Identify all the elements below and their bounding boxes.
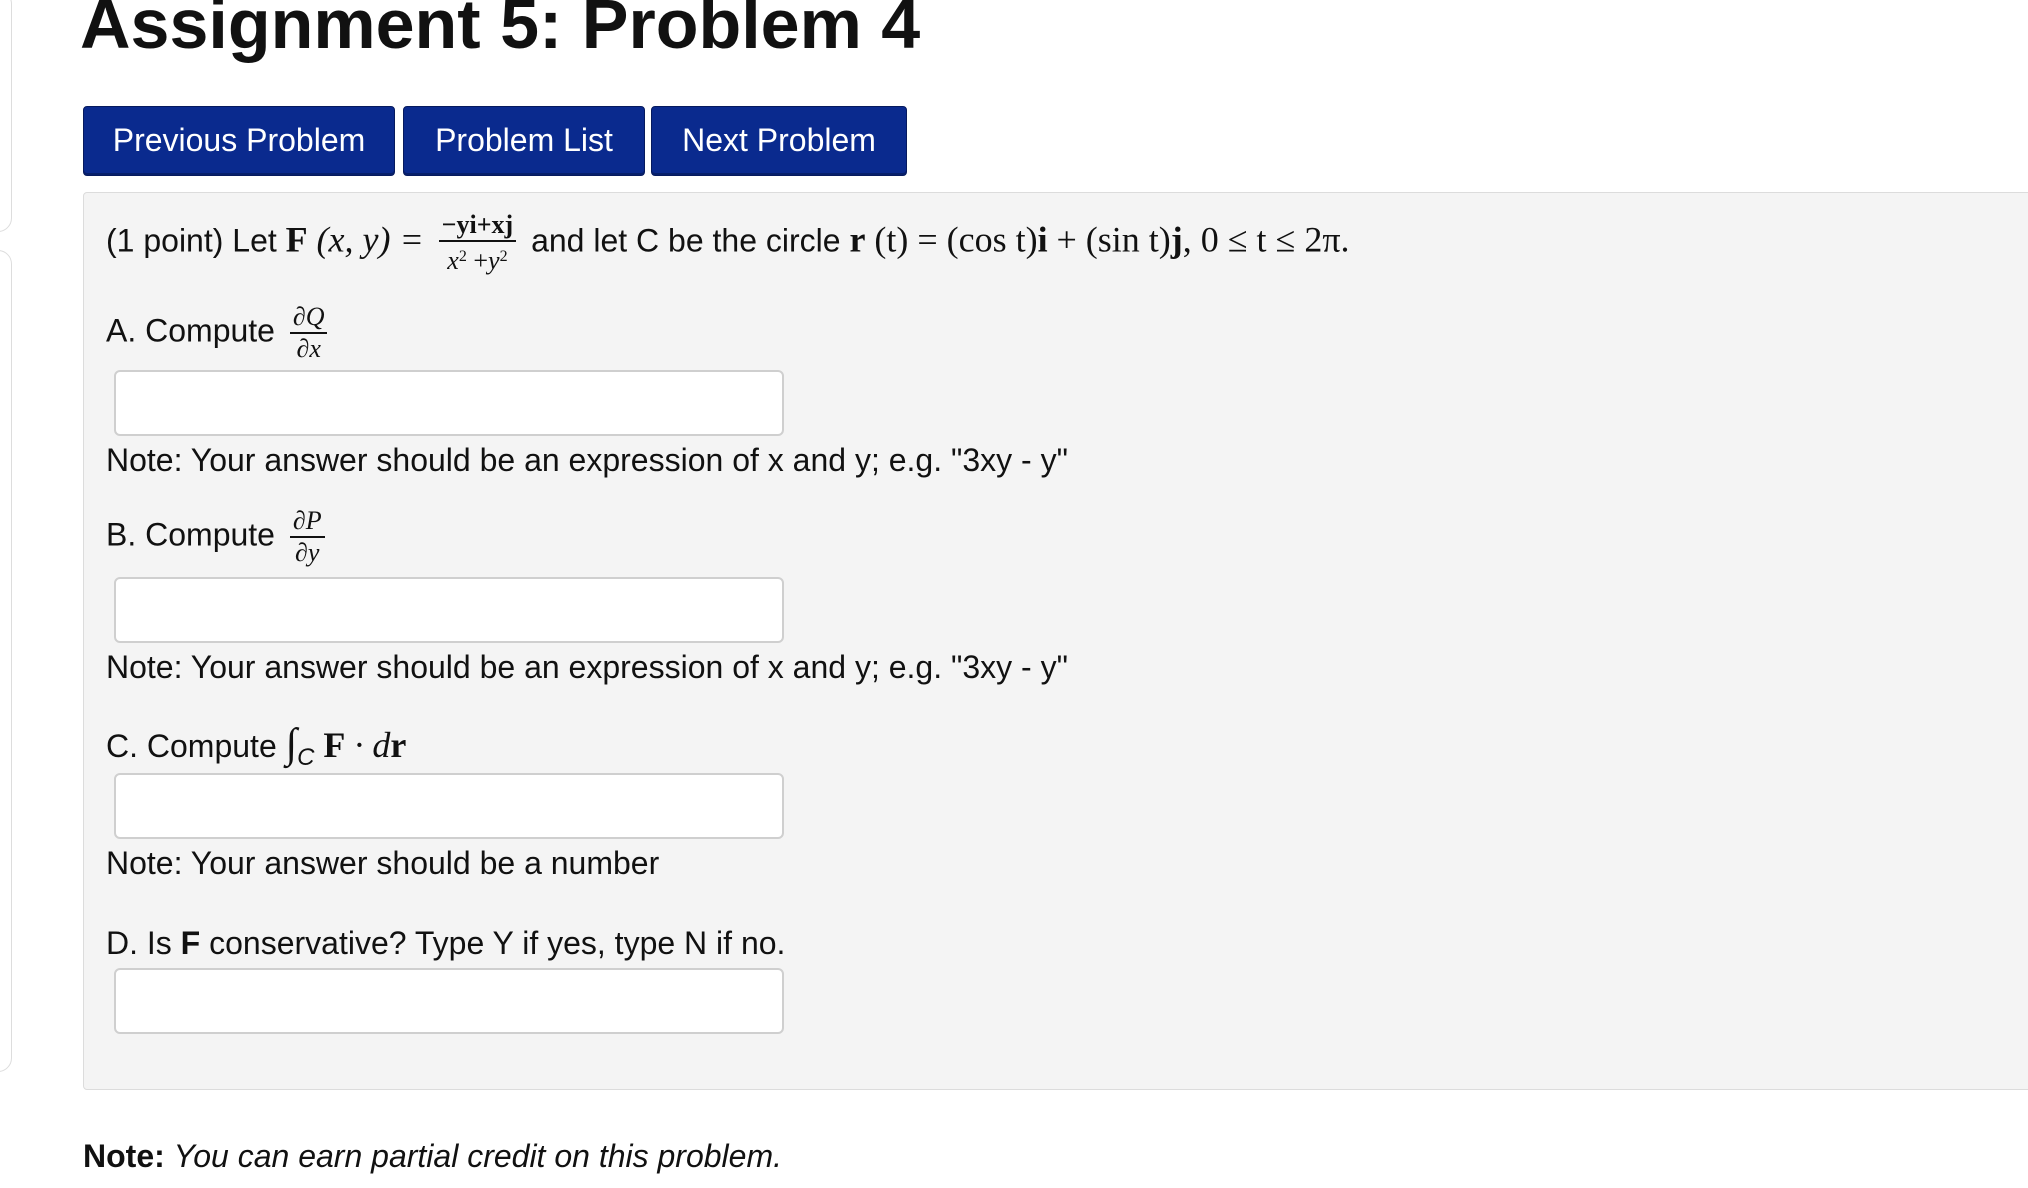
part-d-answer-input[interactable] (114, 968, 784, 1034)
sin-expression: + (sin t) (1056, 219, 1171, 260)
part-a-answer-input[interactable] (114, 370, 784, 436)
t-range: , 0 ≤ t ≤ 2π. (1182, 219, 1350, 260)
part-a-denominator: ∂x (296, 334, 321, 363)
note-label: Note: (83, 1138, 165, 1174)
note-text: You can earn partial credit on this prob… (173, 1138, 782, 1174)
part-b-label: B. Compute (106, 516, 275, 553)
part-b-prompt: B. Compute ∂P ∂y (106, 506, 331, 568)
part-a-label: A. Compute (106, 312, 275, 349)
left-panel-edge (0, 0, 12, 232)
left-panel-edge-lower (0, 250, 12, 1072)
part-c-label: C. Compute (106, 728, 277, 764)
part-c-r-symbol: r (390, 725, 407, 765)
partial-credit-note: Note: You can earn partial credit on thi… (83, 1138, 782, 1175)
let-text: Let (232, 222, 277, 259)
integral-sign: ∫ (285, 721, 298, 767)
r-symbol: r (849, 219, 866, 260)
part-b-note: Note: Your answer should be an expressio… (106, 649, 1068, 685)
part-c-dot-d: · d (345, 725, 391, 765)
part-a-note: Note: Your answer should be an expressio… (106, 442, 1068, 478)
next-problem-button[interactable]: Next Problem (651, 106, 907, 176)
part-b-fraction: ∂P ∂y (289, 506, 325, 568)
part-b-numerator: ∂P (289, 506, 325, 538)
part-a-prompt: A. Compute ∂Q ∂x (106, 302, 333, 364)
part-c-F-symbol: F (323, 725, 346, 765)
r-expression: (t) = (cos t) (874, 219, 1038, 260)
vector-field-symbol: F (285, 219, 308, 260)
problem-list-button[interactable]: Problem List (403, 106, 645, 176)
integral-subscript: C (297, 744, 315, 771)
part-c-answer-input[interactable] (114, 773, 784, 839)
part-c-note: Note: Your answer should be a number (106, 845, 660, 881)
fraction-numerator: −yi+xj (438, 210, 517, 242)
part-c-prompt: C. Compute ∫C F · dr (106, 720, 406, 772)
vector-field-fraction: −yi+xj x2 +y2 (438, 210, 517, 276)
part-d-F-symbol: F (180, 925, 201, 961)
part-b-denominator: ∂y (295, 538, 320, 567)
problem-statement: (1 point) Let F (x, y) = −yi+xj x2 +y2 a… (106, 210, 1350, 276)
part-a-numerator: ∂Q (289, 302, 328, 334)
part-a-fraction: ∂Q ∂x (289, 302, 328, 364)
previous-problem-button[interactable]: Previous Problem (83, 106, 395, 176)
j-unit: j (1170, 219, 1183, 260)
part-b-answer-input[interactable] (114, 577, 784, 643)
i-unit: i (1037, 219, 1048, 260)
vector-field-args: (x, y) = (316, 219, 424, 260)
page-title: Assignment 5: Problem 4 (80, 0, 921, 63)
circle-text: and let C be the circle (531, 222, 841, 259)
fraction-denominator: x2 +y2 (447, 246, 508, 275)
points-label: (1 point) (106, 222, 224, 259)
part-d-prompt: D. Is F conservative? Type Y if yes, typ… (106, 925, 786, 961)
